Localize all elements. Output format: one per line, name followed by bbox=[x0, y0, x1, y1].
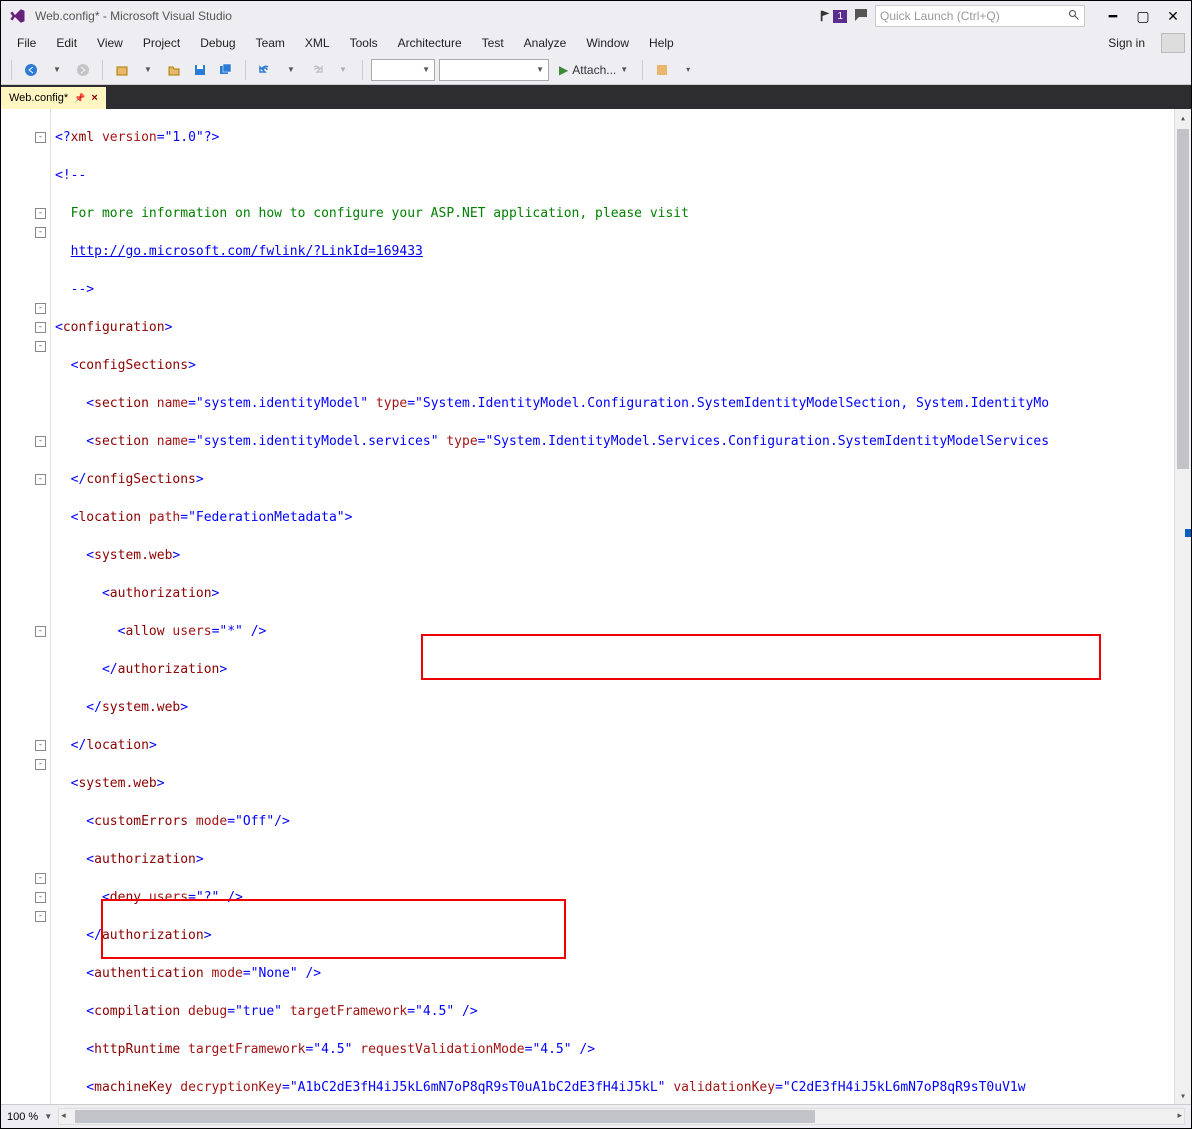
scrollbar-thumb[interactable] bbox=[1177, 129, 1189, 469]
vertical-scrollbar[interactable]: ▴ ▾ bbox=[1174, 109, 1191, 1104]
new-project-dropdown[interactable]: ▼ bbox=[137, 59, 159, 81]
scroll-down-icon[interactable]: ▾ bbox=[1175, 1087, 1191, 1104]
window-title: Web.config* - Microsoft Visual Studio bbox=[35, 9, 819, 23]
fold-toggle[interactable]: - bbox=[35, 436, 46, 447]
fold-toggle[interactable]: - bbox=[35, 227, 46, 238]
fold-toggle[interactable]: - bbox=[35, 873, 46, 884]
fold-toggle[interactable]: - bbox=[35, 132, 46, 143]
document-tabs: Web.config* 📌 × bbox=[1, 85, 1191, 109]
menubar: File Edit View Project Debug Team XML To… bbox=[1, 31, 1191, 55]
save-all-button[interactable] bbox=[215, 59, 237, 81]
fold-toggle[interactable]: - bbox=[35, 892, 46, 903]
toolbar-overflow[interactable]: ▾ bbox=[677, 59, 699, 81]
close-button[interactable]: ✕ bbox=[1159, 5, 1187, 27]
menu-window[interactable]: Window bbox=[576, 36, 639, 50]
fold-toggle[interactable]: - bbox=[35, 341, 46, 352]
scroll-up-icon[interactable]: ▴ bbox=[1175, 109, 1191, 126]
save-button[interactable] bbox=[189, 59, 211, 81]
fold-toggle[interactable]: - bbox=[35, 208, 46, 219]
fold-toggle[interactable]: - bbox=[35, 322, 46, 333]
notification-badge: 1 bbox=[833, 10, 847, 23]
horizontal-scrollbar[interactable]: ◂ ▸ bbox=[58, 1108, 1185, 1125]
zoom-dropdown-icon[interactable]: ▼ bbox=[44, 1112, 52, 1121]
tab-webconfig[interactable]: Web.config* 📌 × bbox=[1, 87, 106, 109]
browser-link-button[interactable] bbox=[651, 59, 673, 81]
code-area[interactable]: <?xml version="1.0"?> <!-- For more info… bbox=[51, 109, 1191, 1104]
scroll-left-icon[interactable]: ◂ bbox=[61, 1110, 66, 1121]
fold-toggle[interactable]: - bbox=[35, 303, 46, 314]
menu-analyze[interactable]: Analyze bbox=[514, 36, 577, 50]
notification-flag-icon[interactable]: 1 bbox=[819, 9, 847, 23]
hscrollbar-thumb[interactable] bbox=[75, 1110, 815, 1123]
attach-button[interactable]: ▶Attach...▼ bbox=[553, 63, 634, 77]
statusbar: 100 % ▼ ◂ ▸ bbox=[1, 1104, 1191, 1128]
solution-config-dropdown[interactable]: ▼ bbox=[371, 59, 435, 81]
tab-close-icon[interactable]: × bbox=[91, 92, 97, 104]
vs-logo-icon bbox=[5, 4, 29, 28]
nav-forward-button[interactable] bbox=[72, 59, 94, 81]
menu-edit[interactable]: Edit bbox=[46, 36, 87, 50]
menu-tools[interactable]: Tools bbox=[340, 36, 388, 50]
titlebar: Web.config* - Microsoft Visual Studio 1 … bbox=[1, 1, 1191, 31]
menu-debug[interactable]: Debug bbox=[190, 36, 245, 50]
fold-toggle[interactable]: - bbox=[35, 626, 46, 637]
quick-launch-input[interactable]: Quick Launch (Ctrl+Q) bbox=[875, 5, 1085, 27]
menu-view[interactable]: View bbox=[87, 36, 133, 50]
menu-architecture[interactable]: Architecture bbox=[388, 36, 472, 50]
menu-file[interactable]: File bbox=[7, 36, 46, 50]
new-project-button[interactable] bbox=[111, 59, 133, 81]
sign-in-link[interactable]: Sign in bbox=[1098, 36, 1155, 50]
editor-gutter: - - - - - - - - - - - - - - bbox=[1, 109, 51, 1104]
nav-back-dropdown[interactable]: ▼ bbox=[46, 59, 68, 81]
toolbar: ▼ ▼ ▼ ▼ ▼ ▼ ▶Attach...▼ ▾ bbox=[1, 55, 1191, 85]
fold-toggle[interactable]: - bbox=[35, 911, 46, 922]
fold-toggle[interactable]: - bbox=[35, 474, 46, 485]
zoom-level[interactable]: 100 % bbox=[7, 1111, 38, 1123]
undo-button[interactable] bbox=[254, 59, 276, 81]
menu-help[interactable]: Help bbox=[639, 36, 684, 50]
account-icon[interactable] bbox=[1161, 33, 1185, 53]
pin-icon[interactable]: 📌 bbox=[74, 93, 85, 104]
solution-platform-dropdown[interactable]: ▼ bbox=[439, 59, 549, 81]
nav-back-button[interactable] bbox=[20, 59, 42, 81]
code-editor[interactable]: - - - - - - - - - - - - - - <?xml versio… bbox=[1, 109, 1191, 1104]
redo-dropdown[interactable]: ▼ bbox=[332, 59, 354, 81]
menu-team[interactable]: Team bbox=[246, 36, 295, 50]
open-file-button[interactable] bbox=[163, 59, 185, 81]
menu-xml[interactable]: XML bbox=[295, 36, 340, 50]
search-icon bbox=[1068, 9, 1080, 24]
change-marker bbox=[1185, 529, 1191, 537]
menu-project[interactable]: Project bbox=[133, 36, 190, 50]
undo-dropdown[interactable]: ▼ bbox=[280, 59, 302, 81]
fold-toggle[interactable]: - bbox=[35, 759, 46, 770]
minimize-button[interactable]: ━ bbox=[1099, 5, 1127, 27]
menu-test[interactable]: Test bbox=[472, 36, 514, 50]
fold-toggle[interactable]: - bbox=[35, 740, 46, 751]
feedback-icon[interactable] bbox=[853, 7, 869, 26]
maximize-button[interactable]: ▢ bbox=[1129, 5, 1157, 27]
redo-button[interactable] bbox=[306, 59, 328, 81]
scroll-right-icon[interactable]: ▸ bbox=[1177, 1110, 1182, 1121]
